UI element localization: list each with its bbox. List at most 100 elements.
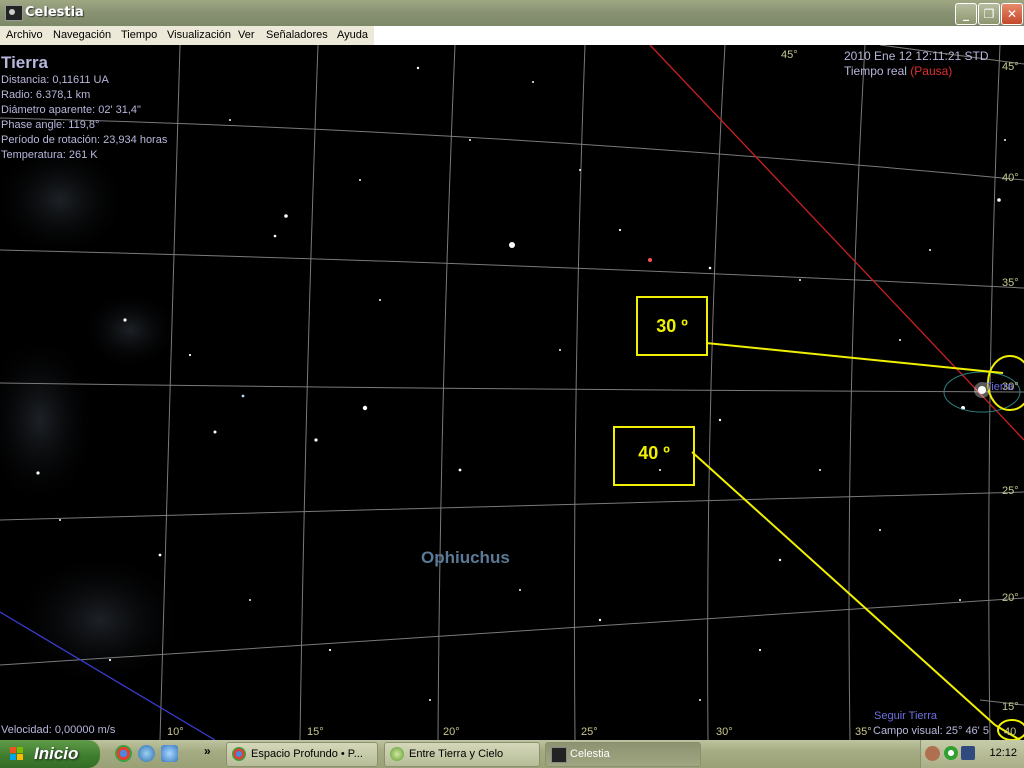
grid-line <box>848 45 866 740</box>
info-temperature: Temperatura: 261 K <box>1 149 98 161</box>
menu-bar-filler <box>374 26 1024 45</box>
menu-visualizacion[interactable]: Visualización <box>167 29 231 41</box>
menu-archivo[interactable]: Archivo <box>6 29 43 41</box>
ecliptic-line <box>649 45 1024 441</box>
star <box>519 589 521 591</box>
star <box>799 279 801 281</box>
quick-launch-overflow[interactable]: » <box>204 744 211 758</box>
selected-object-name: Tierra <box>1 53 48 72</box>
info-distance: Distancia: 0,11611 UA <box>1 74 109 86</box>
star <box>284 214 288 218</box>
milky-way-glow <box>80 290 180 370</box>
tray-app-icon[interactable] <box>944 746 958 760</box>
star <box>416 66 420 70</box>
menu-senaladores[interactable]: Señaladores <box>266 29 328 41</box>
task-espacio-profundo[interactable]: Espacio Profundo • P... <box>226 742 378 767</box>
sim-datetime: 2010 Ene 12 12:11:21 STD <box>844 49 989 63</box>
grid-line <box>707 45 726 740</box>
star <box>509 242 515 248</box>
star <box>108 658 112 662</box>
grid-label-bottom: 20° <box>443 726 460 738</box>
constellation-label: Ophiuchus <box>421 548 510 567</box>
celestia-app-icon <box>5 5 23 21</box>
star <box>188 353 192 357</box>
menu-navegacion[interactable]: Navegación <box>53 29 111 41</box>
annotation-box-40: 40 º <box>613 426 695 486</box>
follow-status: Seguir Tierra <box>874 710 937 722</box>
field-of-view: Campo visual: 25° 46' 5 <box>873 725 989 737</box>
star <box>579 169 581 171</box>
windows-logo-icon <box>10 747 23 760</box>
task-label: Espacio Profundo • P... <box>251 748 363 760</box>
earth-label: Tierra <box>985 381 1014 393</box>
taskbar: Inicio » Espacio Profundo • P... Entre T… <box>0 740 1024 768</box>
info-radius: Radio: 6.378,1 km <box>1 89 91 101</box>
star <box>618 228 622 232</box>
star <box>59 519 61 521</box>
grid-label-right: 40 <box>1004 726 1017 738</box>
sky-canvas[interactable] <box>0 45 1024 740</box>
ie-icon[interactable] <box>161 745 178 762</box>
clock[interactable]: 12:12 <box>989 747 1017 759</box>
tray-arrow-icon[interactable] <box>925 746 940 761</box>
star <box>778 558 782 562</box>
grid-label-bottom: 15° <box>307 726 324 738</box>
grid-label-bottom: 10° <box>167 726 184 738</box>
time-mode: Tiempo real (Pausa) <box>844 64 952 78</box>
task-label: Entre Tierra y Cielo <box>409 748 504 760</box>
menu-ayuda[interactable]: Ayuda <box>337 29 368 41</box>
close-icon[interactable]: ✕ <box>1001 3 1023 25</box>
star <box>469 139 471 141</box>
window-title: Celestia <box>25 5 84 20</box>
star <box>328 648 332 652</box>
star <box>598 618 602 622</box>
time-mode-label: Tiempo real <box>844 64 907 78</box>
info-rotation-period: Período de rotación: 23,934 horas <box>1 134 168 146</box>
star <box>559 349 561 351</box>
grid-label-bottom: 35° <box>855 726 872 738</box>
grid-line <box>0 382 1024 393</box>
chrome-icon <box>232 747 246 761</box>
annotation-box-30: 30 º <box>636 296 708 356</box>
task-entre-tierra[interactable]: Entre Tierra y Cielo <box>384 742 540 767</box>
star <box>718 418 722 422</box>
minimize-icon[interactable]: _ <box>955 3 977 25</box>
star <box>819 469 821 471</box>
star <box>123 318 127 322</box>
star <box>1004 139 1006 141</box>
grid-label-right: 20° <box>1002 592 1019 604</box>
chrome-icon[interactable] <box>115 745 132 762</box>
star <box>458 468 462 472</box>
grid-line <box>0 491 1024 521</box>
star <box>314 438 318 442</box>
grid-label-right: 25° <box>1002 485 1019 497</box>
menu-ver[interactable]: Ver <box>238 29 255 41</box>
info-apparent-diameter: Diámetro aparente: 02' 31,4" <box>1 104 141 116</box>
sky-view[interactable]: Tierra Distancia: 0,11611 UA Radio: 6.37… <box>0 45 1024 740</box>
browser-icon[interactable] <box>138 745 155 762</box>
grid-line <box>0 117 1024 181</box>
tray-network-icon[interactable] <box>961 746 975 760</box>
star <box>758 648 762 652</box>
star <box>273 234 277 238</box>
start-button[interactable]: Inicio <box>0 740 100 768</box>
star <box>229 119 231 121</box>
task-celestia[interactable]: Celestia <box>545 742 701 767</box>
grid-label-bottom: 25° <box>581 726 598 738</box>
grid-label-right: 45° <box>1002 61 1019 73</box>
title-bar: Celestia _ ❐ ✕ <box>0 0 1024 27</box>
star <box>899 339 901 341</box>
star <box>929 249 931 251</box>
star <box>429 699 431 701</box>
star <box>241 394 245 398</box>
info-phase-angle: Phase angle: 119,8° <box>1 119 100 131</box>
star <box>362 405 368 411</box>
star <box>532 81 534 83</box>
grid-line <box>0 249 1024 289</box>
start-label: Inicio <box>34 744 79 763</box>
restore-icon[interactable]: ❐ <box>978 3 1000 25</box>
task-label: Celestia <box>570 748 610 760</box>
milky-way-glow <box>0 330 100 510</box>
menu-tiempo[interactable]: Tiempo <box>121 29 157 41</box>
annotation-line-40 <box>691 451 996 726</box>
